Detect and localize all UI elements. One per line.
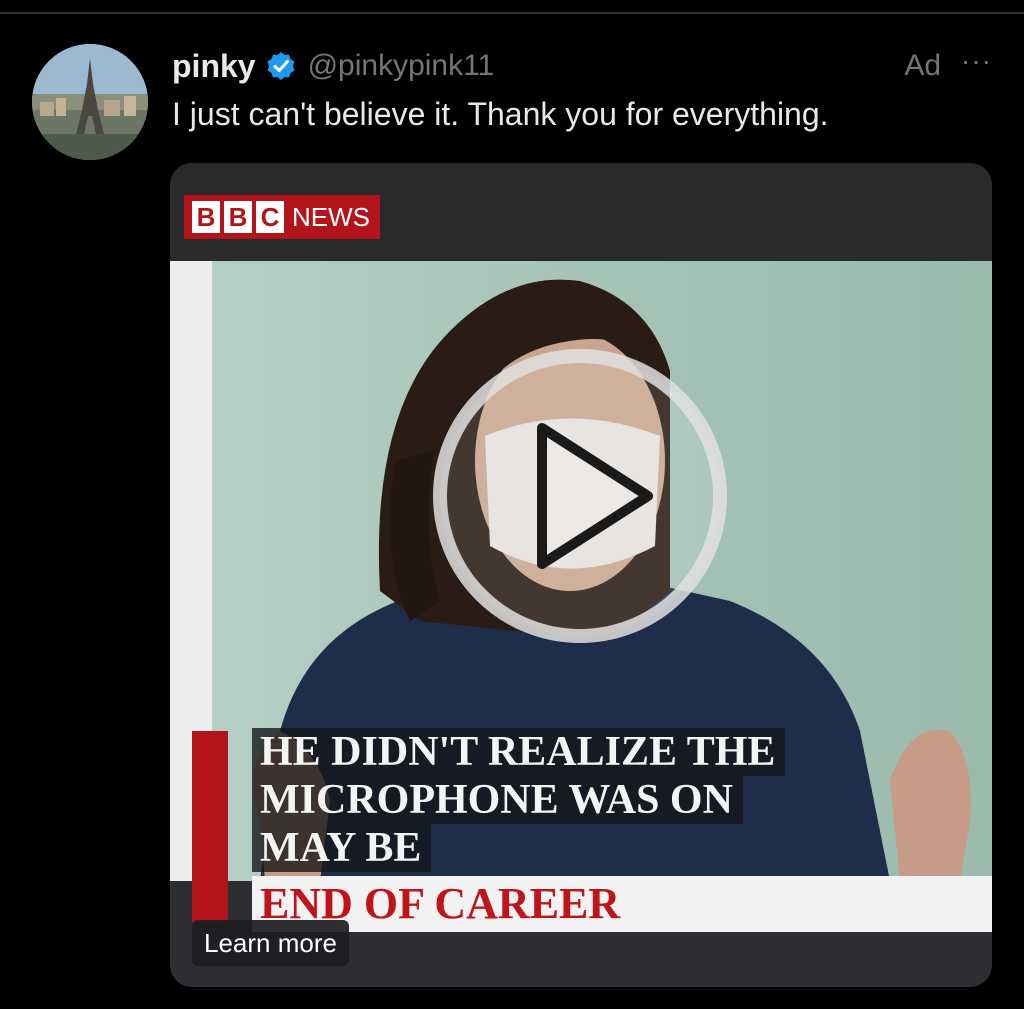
play-circle-icon[interactable] — [430, 346, 730, 646]
caption-red-bar — [192, 731, 228, 923]
clipped-footer-text — [200, 995, 460, 1009]
video-media-card[interactable]: B B C NEWS HE DIDN'T REALIZE THE MICROPH… — [170, 163, 992, 987]
learn-more-button[interactable]: Learn more — [192, 920, 349, 966]
verified-badge-icon — [266, 51, 296, 81]
logo-letter: B — [224, 201, 252, 233]
tweet-header: pinky @pinkypink11 Ad ··· — [172, 44, 992, 88]
bbc-news-logo: B B C NEWS — [184, 195, 380, 239]
divider — [0, 12, 1024, 14]
video-headline: HE DIDN'T REALIZE THE MICROPHONE WAS ON … — [252, 728, 912, 872]
avatar[interactable] — [32, 44, 148, 160]
tweet-text: I just can't believe it. Thank you for e… — [172, 96, 829, 132]
eiffel-tower-photo-icon — [32, 44, 148, 160]
headline-line: MAY BE — [252, 824, 432, 872]
user-handle[interactable]: @pinkypink11 — [308, 49, 495, 83]
logo-letter: C — [256, 201, 284, 233]
more-options-icon[interactable]: ··· — [961, 47, 992, 75]
headline-line: MICROPHONE WAS ON — [252, 776, 743, 824]
logo-news-text: NEWS — [292, 201, 370, 232]
ad-label: Ad — [904, 49, 942, 82]
tweet-timeline: pinky @pinkypink11 Ad ··· I just can't b… — [0, 0, 1024, 1009]
headline-line: HE DIDN'T REALIZE THE — [252, 728, 786, 776]
logo-letter: B — [192, 201, 220, 233]
display-name[interactable]: pinky — [172, 48, 256, 85]
